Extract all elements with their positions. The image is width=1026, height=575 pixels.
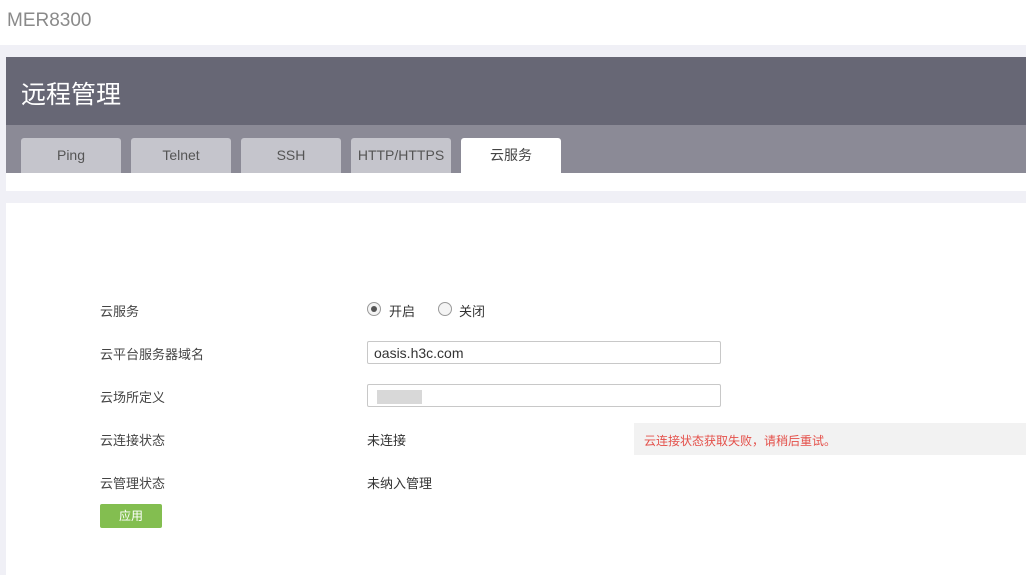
top-bar: MER8300 [0, 0, 1026, 45]
tab-http-https[interactable]: HTTP/HTTPS [351, 138, 451, 173]
redacted-value [377, 390, 422, 404]
error-message: 云连接状态获取失败，请稍后重试。 [644, 434, 837, 448]
radio-disable-label[interactable]: 关闭 [459, 301, 485, 320]
apply-button[interactable]: 应用 [100, 504, 162, 528]
tab-cloud-service[interactable]: 云服务 [461, 138, 561, 173]
cloud-service-form: 云服务 开启 关闭 云平台服务器域名 oasis.h3c.com 云场所定义 云… [6, 203, 1026, 575]
tab-bar: Ping Telnet SSH HTTP/HTTPS 云服务 [6, 125, 1026, 173]
page-header: 远程管理 [6, 57, 1026, 125]
error-message-box: 云连接状态获取失败，请稍后重试。 [634, 423, 1026, 455]
connection-status-label: 云连接状态 [100, 433, 166, 448]
connection-status-value: 未连接 [367, 433, 407, 448]
cloud-service-label: 云服务 [100, 304, 140, 319]
server-domain-label: 云平台服务器域名 [100, 347, 205, 362]
management-status-label: 云管理状态 [100, 476, 166, 491]
tab-ping[interactable]: Ping [21, 138, 121, 173]
server-domain-input[interactable]: oasis.h3c.com [367, 341, 721, 364]
page-title: 远程管理 [21, 80, 122, 109]
radio-enable[interactable] [367, 302, 381, 316]
radio-disable[interactable] [438, 302, 452, 316]
tab-telnet[interactable]: Telnet [131, 138, 231, 173]
device-name: MER8300 [7, 10, 92, 31]
management-status-value: 未纳入管理 [367, 476, 433, 491]
site-definition-label: 云场所定义 [100, 390, 166, 405]
tab-ssh[interactable]: SSH [241, 138, 341, 173]
radio-enable-label[interactable]: 开启 [389, 301, 415, 320]
site-definition-input[interactable] [367, 384, 721, 407]
tab-strip-bottom [6, 173, 1026, 191]
